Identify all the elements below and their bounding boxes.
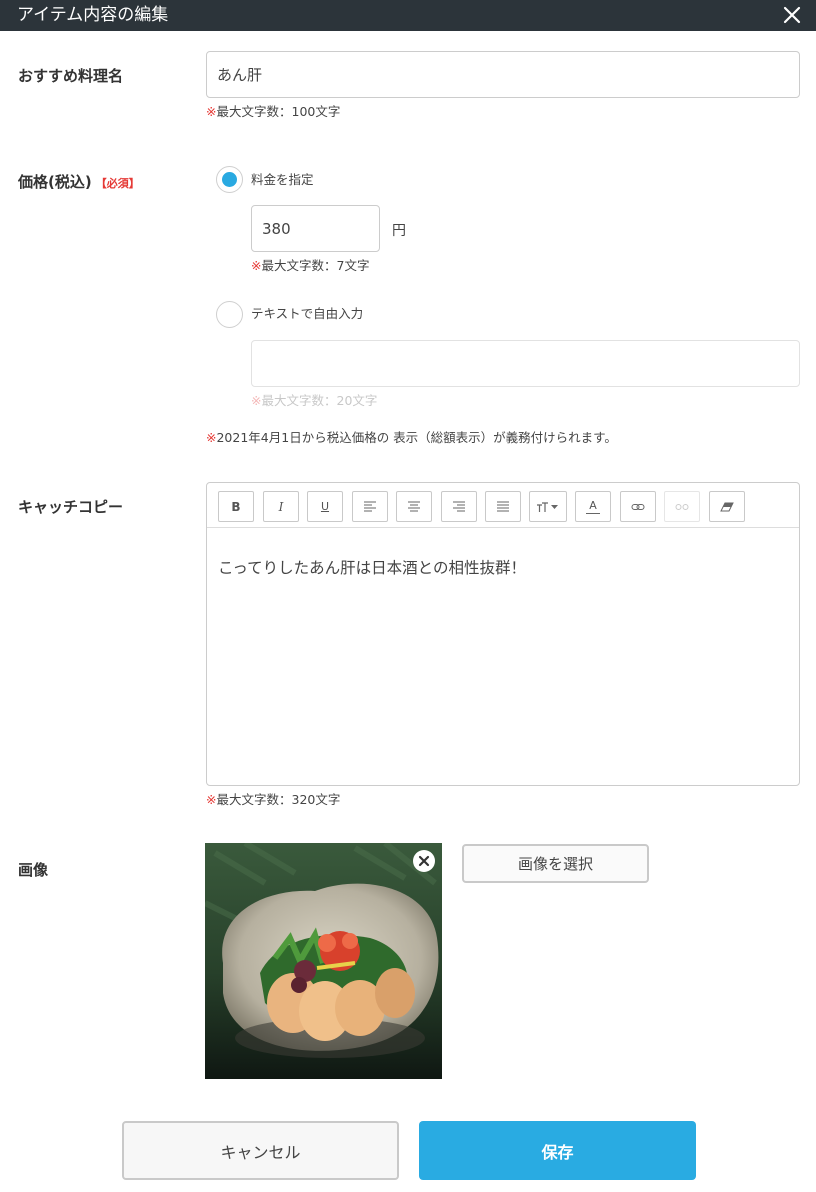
bold-icon: B [231,499,241,514]
align-right-icon [453,501,465,511]
unlink-icon [675,503,689,510]
align-center-icon [408,501,420,511]
menu-name-note: ※最大文字数：100文字 [206,104,340,120]
eraser-icon [720,502,734,511]
price-text-radio[interactable] [216,301,243,328]
price-text-label: テキストで自由入力 [251,306,364,321]
italic-icon: I [278,499,284,514]
note-mark: ※ [206,104,217,119]
align-right-button[interactable] [441,491,477,522]
radio-selected-dot [222,172,237,187]
price-fixed-label: 料金を指定 [251,172,314,187]
menu-name-input[interactable] [206,51,800,98]
italic-button[interactable]: I [263,491,299,522]
underline-icon: U [320,500,330,513]
underline-button[interactable]: U [307,491,343,522]
font-color-letter: A [589,498,597,512]
price-text-note: ※最大文字数：20文字 [251,393,377,409]
save-button[interactable]: 保存 [419,1121,696,1180]
catch-copy-label: キャッチコピー [18,498,124,516]
note-text: 最大文字数：20文字 [261,393,378,408]
food-photo [205,843,442,1079]
note-mark: ※ [206,792,217,807]
close-icon[interactable] [780,3,804,27]
link-icon [631,503,645,510]
font-size-button[interactable] [529,491,567,522]
font-color-icon: A [586,500,600,514]
clear-format-button[interactable] [709,491,745,522]
price-fixed-radio[interactable] [216,166,243,193]
close-circle-icon [413,850,435,872]
remove-image-button[interactable] [412,849,436,873]
dialog-title: アイテム内容の編集 [17,5,169,25]
align-left-button[interactable] [352,491,388,522]
note-text: 最大文字数：100文字 [216,104,341,119]
image-label: 画像 [18,861,49,879]
align-center-button[interactable] [396,491,432,522]
note-mark: ※ [251,258,262,273]
select-image-button[interactable]: 画像を選択 [462,844,649,883]
rich-text-editor: B I U A こってりしたあん肝は日本酒との相性抜群！ [206,482,800,786]
bold-button[interactable]: B [218,491,254,522]
tax-display-note: ※2021年4月1日から税込価格の 表示（総額表示）が義務付けられます。 [206,430,617,446]
unlink-button[interactable] [664,491,700,522]
font-size-icon [537,501,558,512]
price-text-input[interactable] [251,340,800,387]
font-color-button[interactable]: A [575,491,611,522]
editor-content[interactable]: こってりしたあん肝は日本酒との相性抜群！ [218,558,526,578]
price-amount-note: ※最大文字数：7文字 [251,258,369,274]
menu-name-label: おすすめ料理名 [18,67,124,85]
note-mark: ※ [251,393,262,408]
price-label: 価格(税込) 【必須】 [18,172,140,194]
note-text: 2021年4月1日から税込価格の 表示（総額表示）が義務付けられます。 [216,430,617,445]
price-label-text: 価格(税込) [18,173,92,191]
required-badge: 【必須】 [95,177,140,190]
note-text: 最大文字数：7文字 [261,258,370,273]
align-justify-icon [497,501,509,511]
editor-toolbar: B I U A [207,483,799,528]
note-mark: ※ [206,430,217,445]
align-left-icon [364,501,376,511]
note-text: 最大文字数：320文字 [216,792,341,807]
price-unit: 円 [392,223,406,239]
dialog-titlebar: アイテム内容の編集 [0,0,816,31]
align-justify-button[interactable] [485,491,521,522]
link-button[interactable] [620,491,656,522]
catch-copy-note: ※最大文字数：320文字 [206,792,340,808]
price-amount-input[interactable] [251,205,380,252]
cancel-button[interactable]: キャンセル [122,1121,399,1180]
